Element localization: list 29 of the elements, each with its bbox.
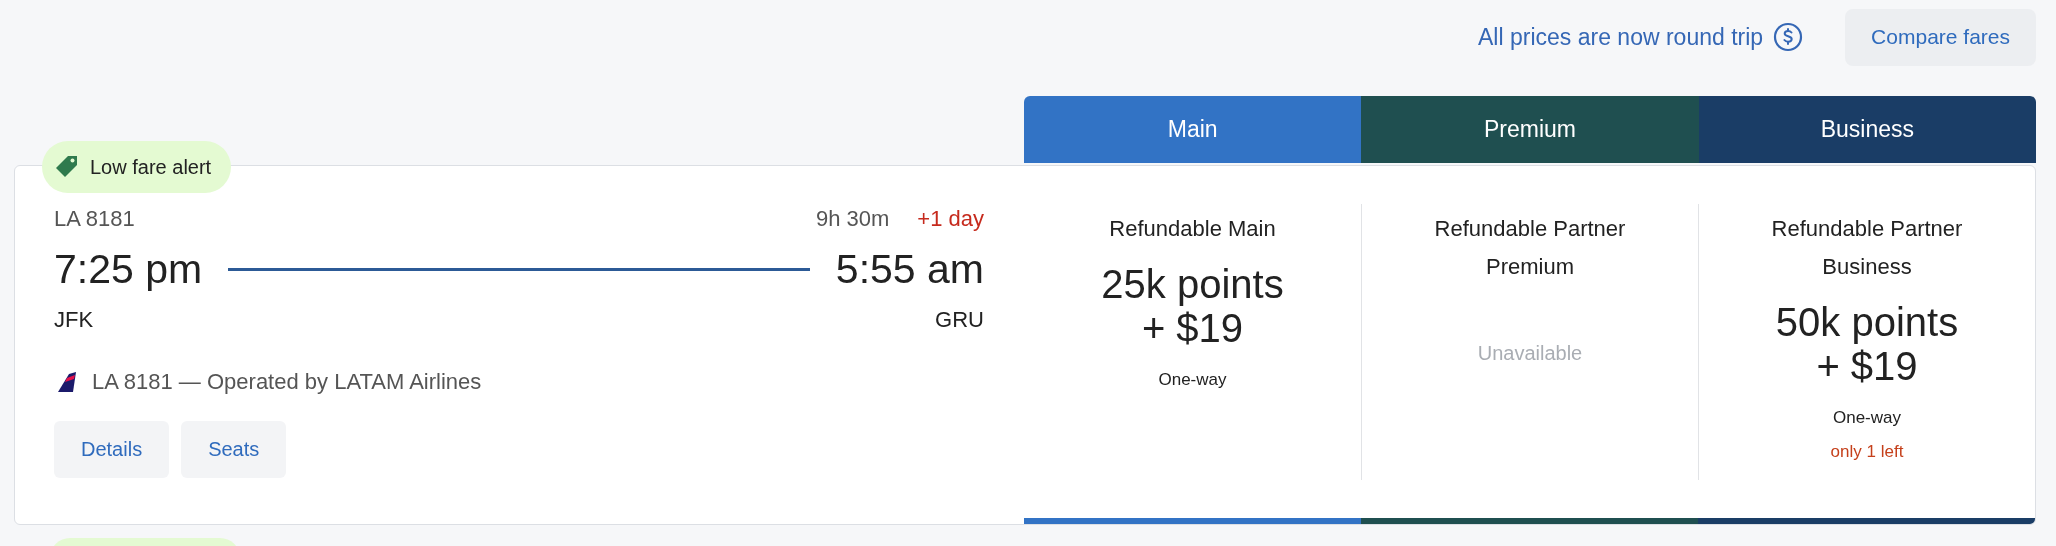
flight-button[interactable]: Seats bbox=[181, 421, 287, 478]
cabin-header: Business bbox=[1698, 96, 2036, 163]
badge-label: Low fare alert bbox=[90, 155, 212, 179]
departure-time: 7:25 pm bbox=[54, 246, 203, 293]
cabin-header: Premium bbox=[1361, 96, 1699, 163]
compare-fares-button[interactable]: Compare fares bbox=[1845, 8, 2036, 66]
fare-name: Refundable Main bbox=[1108, 215, 1277, 243]
cabin-header: Main bbox=[1024, 96, 1362, 163]
tag-icon bbox=[54, 154, 80, 180]
flight-number: LA 8181 bbox=[54, 206, 135, 232]
day-offset: +1 day bbox=[917, 206, 984, 232]
flight-duration: 9h 30m bbox=[815, 206, 890, 232]
fare-fee: + $19 bbox=[1141, 306, 1244, 350]
destination-airport: GRU bbox=[935, 307, 984, 333]
origin-airport: JFK bbox=[54, 307, 94, 333]
fare-name: Refundable Partner Premium bbox=[1433, 215, 1627, 281]
trip-type: One-way bbox=[1833, 408, 1901, 428]
operator-text: LA 8181 — Operated by LATAM Airlines bbox=[92, 369, 482, 395]
flight-button[interactable]: Details bbox=[54, 421, 170, 478]
arrival-time: 5:55 am bbox=[835, 246, 984, 293]
fare-points[interactable]: 25k points bbox=[1101, 262, 1284, 306]
dollar-icon bbox=[1773, 22, 1804, 52]
fare-points[interactable]: 50k points bbox=[1775, 300, 1959, 344]
unavailable-text: Unavailable bbox=[1477, 341, 1583, 366]
fare-fee: + $19 bbox=[1816, 344, 1918, 388]
seats-left: only 1 left bbox=[1830, 442, 1904, 462]
trip-type: One-way bbox=[1158, 370, 1227, 390]
fare-name: Refundable Partner Business bbox=[1770, 215, 1964, 281]
round-trip-notice: All prices are now round trip bbox=[1478, 23, 1764, 51]
